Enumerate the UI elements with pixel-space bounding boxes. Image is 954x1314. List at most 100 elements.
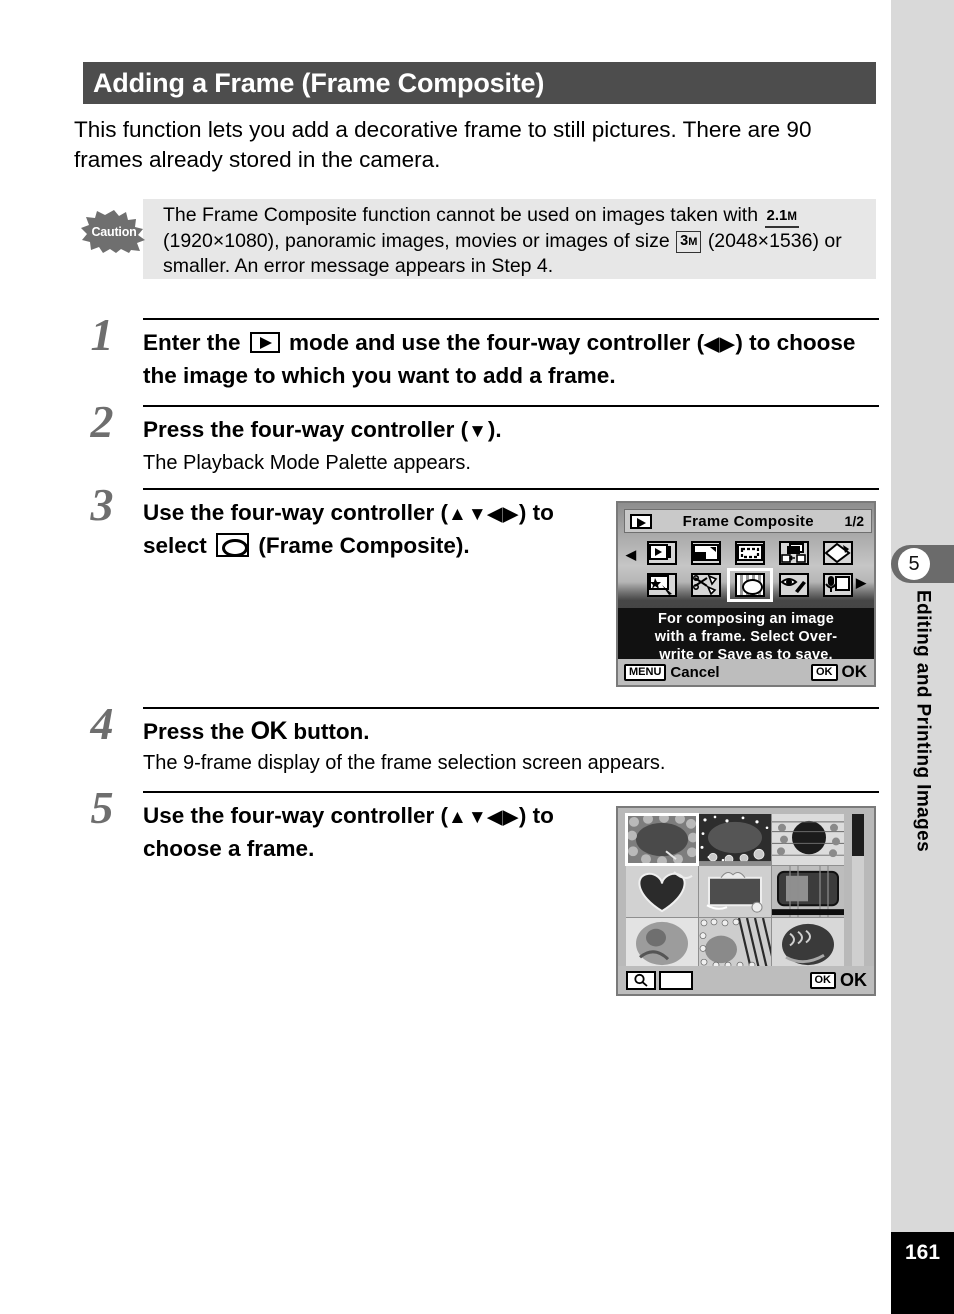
palette-icon-grid [640,537,860,602]
step-1: 1 Enter the mode and use the four-way co… [74,312,879,391]
frame-thumbnail-ribbon[interactable] [699,866,771,917]
palette-page-indicator: 1/2 [844,513,864,529]
palette-title-bar: Frame Composite 1/2 [624,509,872,533]
section-heading: Adding a Frame (Frame Composite) [83,62,876,104]
step-2: 2 Press the four-way controller (▼). The… [74,399,879,477]
lcd-frame-selection: OK OK [616,806,876,996]
caution-line2: (1920×1080), panoramic images, movies or… [163,229,670,252]
step-1-title-b: mode and use the four-way controller ( [289,330,705,355]
step-1-title: Enter the mode and use the four-way cont… [143,327,879,391]
step-5-arrows: ▲▼◀▶ [448,807,519,828]
palette-description-line2: with a frame. Select Over- [654,629,838,645]
step-5-title: Use the four-way controller (▲▼◀▶) to ch… [143,800,614,864]
caution-text: The Frame Composite function cannot be u… [163,203,873,280]
frame-thumbnail-oval-soft[interactable] [626,918,698,969]
caution-line1: The Frame Composite function cannot be u… [163,204,759,226]
step-5-title-a: Use the four-way controller ( [143,803,449,828]
step-3-title-c: (Frame Composite). [258,533,470,558]
palette-item-frame-composite[interactable] [727,568,773,602]
image-rotation-icon [823,541,853,565]
frame-composite-icon [216,533,250,557]
palette-item-digital-filter[interactable] [640,569,684,601]
ok-key[interactable]: OK [811,663,838,681]
step-4-number: 4 [90,698,114,749]
step-3-title-a: Use the four-way controller ( [143,500,449,525]
palette-description: For composing an image with a frame. Sel… [618,608,874,663]
voice-memo-icon [823,573,853,597]
step-2-arrows: ▼ [468,421,488,442]
step-4-title-c: button. [293,719,370,744]
step-1-title-a: Enter the [143,330,241,355]
manual-page: 5 Editing and Printing Images 161 Adding… [0,0,954,1314]
step-2-title: Press the four-way controller (▼). [143,414,879,447]
step-2-title-a: Press the four-way controller ( [143,417,469,442]
step-1-arrows: ◀▶ [704,334,736,355]
step-3: 3 Use the four-way controller (▲▼◀▶) to … [74,482,614,561]
step-4-subtext: The 9-frame display of the frame selecti… [143,752,666,774]
image-copy-icon [779,541,809,565]
frame-selection-footer: OK OK [618,966,874,994]
palette-item-image-rotation[interactable] [816,537,860,569]
palette-prev-arrow[interactable]: ◀ [626,547,636,563]
palette-item-red-eye-compensation[interactable] [772,569,816,601]
frame-scrollbar-thumb[interactable] [852,814,864,856]
chapter-number-badge: 5 [898,548,930,580]
menu-key[interactable]: MENU [624,663,667,681]
frame-composite-icon [735,573,765,597]
chapter-title: Editing and Printing Images [891,590,954,990]
step-3-title: Use the four-way controller (▲▼◀▶) to se… [143,497,614,561]
slideshow-icon [647,541,677,565]
frame-thumbnail-oval-knit[interactable] [772,918,844,969]
digital-filter-icon [647,573,677,597]
red-eye-compensation-icon [779,573,809,597]
frame-thumbnail-stars[interactable] [699,814,771,865]
step-5-rule [143,791,879,793]
cropping-icon [735,541,765,565]
ok-action-label: OK [841,662,868,681]
step-4: 4 Press the OK button. The 9-frame displ… [74,701,879,777]
caution-icon: Caution [80,209,148,254]
magnify-icon[interactable] [626,970,656,990]
palette-item-voice-memo[interactable] [816,569,860,601]
intro-paragraph: This function lets you add a decorative … [74,117,812,172]
ok-key[interactable]: OK [809,971,836,989]
ok-action-label: OK [840,969,867,990]
frame-thumbnail-roses[interactable] [625,813,699,866]
chapter-title-text: Editing and Printing Images [912,590,934,853]
palette-footer: MENU Cancel OK OK [618,659,874,685]
palette-description-line1: For composing an image [657,611,834,627]
playback-mode-icon [249,332,280,353]
frame-thumbnail-cat-circle[interactable] [772,814,844,865]
palette-item-cropping[interactable] [728,537,772,569]
palette-item-red-frame-cut[interactable] [684,569,728,601]
menu-action-label: Cancel [670,663,720,681]
step-3-arrows: ▲▼◀▶ [448,504,519,525]
palette-title: Frame Composite [682,512,814,530]
step-2-title-c: ). [487,417,502,442]
red-frame-cut-icon [691,573,721,597]
palette-item-slideshow[interactable] [640,537,684,569]
lcd-playback-mode-palette: Frame Composite 1/2 ◀ ▶ For composing an… [616,501,876,687]
frame-thumbnail-heart[interactable] [626,866,698,917]
page-number: 161 [891,1232,954,1314]
step-1-number: 1 [90,309,114,360]
playback-icon [630,513,652,529]
size-badge-2-1m: 2.1M [764,207,799,228]
frame-thumbnail-grid [625,813,844,969]
frame-thumbnail-tv[interactable] [772,866,844,917]
ok-button-glyph: OK [250,717,288,745]
frame-number-field [659,970,693,990]
step-2-subtext: The Playback Mode Palette appears. [143,452,471,474]
step-4-title-a: Press the [143,719,245,744]
caution-icon-label: Caution [91,224,137,239]
step-2-number: 2 [90,396,114,447]
palette-item-resize[interactable] [684,537,728,569]
step-5-number: 5 [90,782,114,833]
frame-thumbnail-stripes[interactable] [699,918,771,969]
resize-icon [691,541,721,565]
step-4-title: Press the OK button. [143,716,879,747]
palette-item-image-copy[interactable] [772,537,816,569]
step-3-number: 3 [90,479,114,530]
size-badge-3m: 3M [676,230,702,253]
step-3-rule [143,488,879,490]
